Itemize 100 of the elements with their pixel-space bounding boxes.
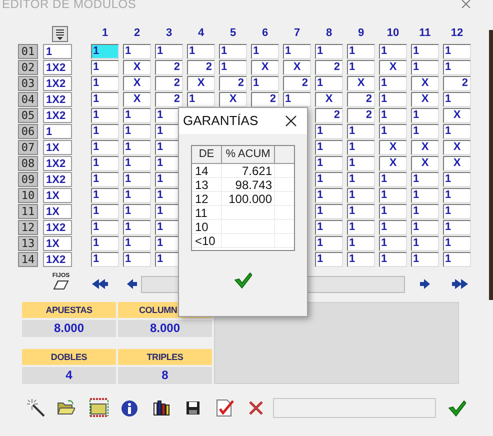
grid-cell[interactable]: 2 (315, 60, 343, 74)
grid-cell[interactable]: 1 (91, 60, 119, 74)
eraser-icon[interactable] (53, 280, 69, 290)
grid-cell[interactable]: 1 (91, 156, 119, 170)
bet-field[interactable]: 1X (43, 140, 72, 154)
grid-cell[interactable]: 1 (123, 236, 151, 250)
grid-cell[interactable]: X (411, 156, 439, 170)
grid-cell[interactable]: X (251, 60, 279, 74)
grid-cell[interactable]: X (187, 76, 215, 90)
grid-cell[interactable]: 2 (283, 76, 311, 90)
grid-cell[interactable]: 1 (411, 124, 439, 138)
grid-cell[interactable]: 1 (379, 252, 407, 266)
bet-field[interactable]: 1 (43, 124, 72, 138)
bet-field[interactable]: 1 (43, 44, 72, 58)
grid-cell[interactable]: 1 (315, 76, 343, 90)
grid-cell[interactable]: X (283, 60, 311, 74)
grid-cell[interactable]: 1 (379, 220, 407, 234)
grid-cell[interactable]: 1 (411, 236, 439, 250)
grid-cell[interactable]: 1 (315, 156, 343, 170)
grid-cell[interactable]: 1 (443, 188, 471, 202)
grid-cell[interactable]: 1 (347, 220, 375, 234)
grid-cell[interactable]: X (411, 92, 439, 106)
grid-cell[interactable]: 2 (443, 76, 471, 90)
grid-cell[interactable]: 1 (379, 236, 407, 250)
grid-cell[interactable]: 1 (91, 236, 119, 250)
grid-cell[interactable]: 1 (379, 76, 407, 90)
grid-cell[interactable]: X (123, 76, 151, 90)
grid-cell[interactable]: 1 (443, 220, 471, 234)
grid-cell[interactable]: 1 (411, 204, 439, 218)
grid-cell[interactable]: 1 (123, 204, 151, 218)
grid-cell[interactable]: 1 (347, 124, 375, 138)
grid-cell[interactable]: 2 (187, 60, 215, 74)
grid-cell[interactable]: 2 (251, 92, 279, 106)
grid-cell[interactable]: 1 (91, 108, 119, 122)
left-arrow-icon[interactable] (127, 279, 137, 289)
grid-cell[interactable]: 1 (347, 188, 375, 202)
grid-cell[interactable]: 1 (315, 124, 343, 138)
grid-cell[interactable]: 1 (443, 124, 471, 138)
grid-cell[interactable]: 1 (379, 92, 407, 106)
grid-cell[interactable]: X (347, 76, 375, 90)
grid-cell[interactable]: X (219, 92, 247, 106)
grid-cell[interactable]: 1 (347, 60, 375, 74)
grid-cell[interactable]: 1 (443, 60, 471, 74)
bet-field[interactable]: 1X2 (43, 220, 72, 234)
grid-cell[interactable]: 1 (91, 44, 119, 58)
grid-cell[interactable]: 1 (123, 172, 151, 186)
right-arrow-icon[interactable] (420, 279, 430, 289)
bet-field[interactable]: 1X2 (43, 172, 72, 186)
grid-cell[interactable]: 1 (123, 252, 151, 266)
grid-cell[interactable]: X (315, 92, 343, 106)
grid-cell[interactable]: 1 (443, 92, 471, 106)
grid-cell[interactable]: 1 (411, 60, 439, 74)
grid-cell[interactable]: 2 (155, 60, 183, 74)
grid-cell[interactable]: 1 (315, 44, 343, 58)
grid-cell[interactable]: 1 (347, 156, 375, 170)
grid-cell[interactable]: 1 (123, 220, 151, 234)
grid-cell[interactable]: 2 (155, 76, 183, 90)
grid-cell[interactable]: 1 (123, 156, 151, 170)
grid-cell[interactable]: 1 (443, 204, 471, 218)
grid-cell[interactable]: 2 (347, 92, 375, 106)
grid-cell[interactable]: 1 (379, 172, 407, 186)
bet-field[interactable]: 1X2 (43, 108, 72, 122)
grid-cell[interactable]: 1 (91, 204, 119, 218)
grid-cell[interactable]: 1 (411, 220, 439, 234)
bet-field[interactable]: 1X2 (43, 76, 72, 90)
grid-cell[interactable]: 1 (347, 236, 375, 250)
books-icon[interactable] (153, 400, 171, 416)
grid-cell[interactable]: 1 (315, 252, 343, 266)
grid-cell[interactable]: 1 (411, 252, 439, 266)
bet-field[interactable]: 1X2 (43, 60, 72, 74)
grid-cell[interactable]: 1 (91, 252, 119, 266)
bet-field[interactable]: 1X (43, 188, 72, 202)
grid-cell[interactable]: 1 (443, 252, 471, 266)
grid-cell[interactable]: 1 (91, 140, 119, 154)
grid-cell[interactable]: 1 (315, 236, 343, 250)
grid-cell[interactable]: 1 (315, 140, 343, 154)
grid-cell[interactable]: 1 (251, 44, 279, 58)
grid-cell[interactable]: X (123, 92, 151, 106)
grid-cell[interactable]: 2 (219, 76, 247, 90)
grid-cell[interactable]: 1 (379, 108, 407, 122)
grid-cell[interactable]: 1 (187, 44, 215, 58)
text-field[interactable] (273, 398, 436, 418)
grid-cell[interactable]: 1 (155, 44, 183, 58)
grid-cell[interactable]: 1 (91, 76, 119, 90)
grid-cell[interactable]: 1 (347, 44, 375, 58)
grid-cell[interactable]: 1 (347, 252, 375, 266)
grid-cell[interactable]: 1 (283, 44, 311, 58)
grid-cell[interactable]: X (443, 140, 471, 154)
close-icon[interactable] (285, 115, 297, 127)
grid-cell[interactable]: 1 (123, 140, 151, 154)
checked-document-icon[interactable] (216, 399, 234, 417)
grid-cell[interactable]: 1 (347, 140, 375, 154)
grid-cell[interactable]: X (443, 156, 471, 170)
double-right-arrow-icon[interactable] (452, 279, 468, 289)
grid-cell[interactable]: 1 (251, 76, 279, 90)
grid-cell[interactable]: 1 (379, 124, 407, 138)
grid-cell[interactable]: 1 (123, 44, 151, 58)
grid-cell[interactable]: 1 (315, 172, 343, 186)
grid-cell[interactable]: 1 (91, 92, 119, 106)
column-header[interactable]: % ACUM (222, 146, 275, 163)
